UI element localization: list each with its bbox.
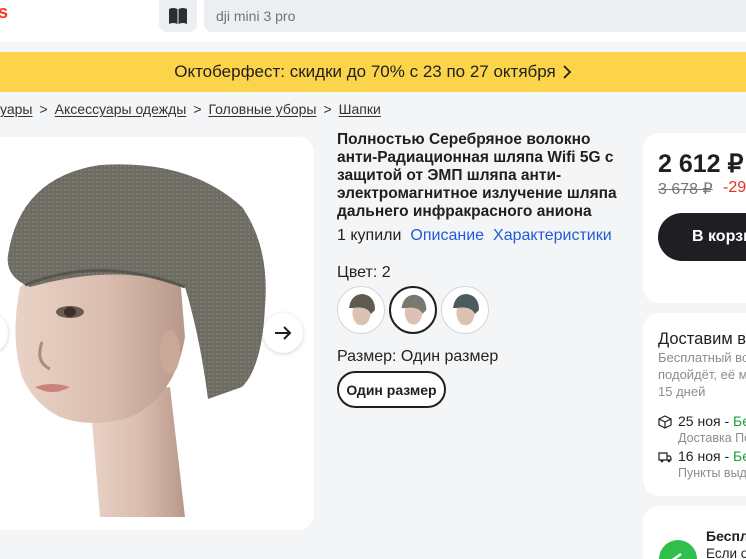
delivery-sub: Доставка По — [678, 431, 746, 445]
free-return-card[interactable]: Беспла Если о — [643, 506, 746, 559]
description-link[interactable]: Описание — [410, 227, 484, 245]
current-price: 2 612 ₽ — [658, 150, 744, 178]
price-card: 2 612 ₽ 3 678 ₽ -29 В корзи — [643, 133, 746, 303]
top-bar: s — [0, 0, 746, 42]
delivery-free: Бес — [733, 413, 746, 429]
return-text: Если о — [706, 546, 746, 559]
breadcrumb-accessories[interactable]: ссуары — [0, 101, 32, 117]
delivery-note-line: 15 дней — [658, 384, 706, 399]
delivery-date-text: 16 ноя - — [678, 448, 730, 464]
delivery-option-courier[interactable]: 25 ноя - Бес Доставка По — [658, 413, 746, 445]
swatch-thumbnail — [401, 294, 427, 325]
product-meta: 1 купили Описание Характеристики — [337, 227, 612, 245]
size-option-button[interactable]: Один размер — [337, 371, 446, 408]
discount-badge: -29 — [723, 179, 746, 196]
book-icon — [169, 8, 187, 24]
promo-banner-text: Октоберфест: скидки до 70% с 23 по 27 ок… — [174, 62, 556, 81]
bought-count: 1 купили — [337, 227, 402, 244]
breadcrumb-clothing-accessories[interactable]: Аксессуары одежды — [55, 101, 187, 117]
color-label: Цвет: 2 — [337, 264, 391, 281]
logo[interactable]: s — [0, 2, 8, 23]
arrow-right-icon — [275, 326, 292, 340]
old-price: 3 678 ₽ — [658, 181, 713, 198]
swatch-thumbnail — [349, 294, 375, 326]
delivery-option-pickup[interactable]: 16 ноя - Бес Пункты выд — [658, 448, 746, 480]
color-swatches — [337, 286, 489, 334]
add-to-cart-button[interactable]: В корзи — [658, 213, 746, 261]
color-swatch-1[interactable] — [337, 286, 385, 334]
color-swatch-2[interactable] — [389, 286, 437, 334]
truck-icon — [658, 452, 672, 463]
box-icon — [658, 415, 672, 429]
breadcrumb-headwear[interactable]: Головные уборы — [209, 101, 317, 117]
catalog-button[interactable] — [159, 0, 197, 32]
delivery-free: Бес — [733, 448, 746, 464]
delivery-note-line: Бесплатный воз — [658, 350, 746, 365]
chevron-right-icon — [563, 65, 572, 79]
swatch-thumbnail — [453, 294, 479, 326]
product-gallery[interactable] — [0, 137, 314, 530]
delivery-note-line: подойдёт, её ме — [658, 367, 746, 382]
gallery-next-button[interactable] — [263, 313, 303, 353]
breadcrumb-separator: > — [323, 101, 332, 117]
specs-link[interactable]: Характеристики — [493, 227, 612, 245]
search-input[interactable] — [216, 8, 746, 24]
delivery-note: Бесплатный воз подойдёт, её ме 15 дней — [658, 349, 746, 400]
delivery-title[interactable]: Доставим в — [658, 330, 746, 349]
return-title: Беспла — [706, 528, 746, 544]
product-page: s Октоберфест: скидки до 70% с 23 по 27 … — [0, 0, 746, 559]
breadcrumb-hats[interactable]: Шапки — [339, 101, 381, 117]
breadcrumb-separator: > — [39, 101, 48, 117]
product-title: Полностью Серебряное волокно анти-Радиац… — [337, 131, 617, 220]
delivery-date-text: 25 ноя - — [678, 413, 730, 429]
breadcrumb-separator: > — [193, 101, 202, 117]
delivery-card: Доставим в Бесплатный воз подойдёт, её м… — [643, 313, 746, 496]
color-swatch-3[interactable] — [441, 286, 489, 334]
breadcrumb: ссуары > Аксессуары одежды > Головные уб… — [0, 99, 381, 119]
size-label: Размер: Один размер — [337, 348, 499, 365]
delivery-date: 25 ноя - Бес — [678, 413, 746, 429]
promo-banner[interactable]: Октоберфест: скидки до 70% с 23 по 27 ок… — [0, 52, 746, 92]
delivery-date: 16 ноя - Бес — [678, 448, 746, 464]
return-badge-icon — [659, 540, 697, 559]
delivery-sub: Пункты выд — [678, 466, 746, 480]
search-bar[interactable] — [204, 0, 746, 32]
